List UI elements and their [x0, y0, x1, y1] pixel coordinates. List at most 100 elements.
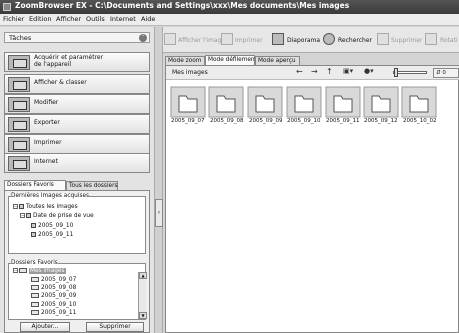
view-image-button[interactable]: Afficher l'image	[178, 37, 225, 44]
scroll-down-icon[interactable]: ▼	[139, 312, 147, 319]
tab-preview-mode[interactable]: Mode aperçu	[255, 56, 300, 65]
edit-icon	[8, 97, 30, 112]
rotate-button[interactable]: Rotati	[440, 37, 458, 44]
tree-item-folder[interactable]: 2005_09_10	[31, 302, 76, 308]
print-button[interactable]: Imprimer	[235, 37, 263, 44]
collapse-icon[interactable]: ˄	[139, 34, 147, 42]
folder-icon	[31, 285, 39, 290]
tree-item-all-images[interactable]: − Toutes les images	[13, 204, 78, 210]
folder-thumbnail[interactable]	[247, 86, 283, 118]
tasks-header-label: Tâches	[9, 34, 32, 42]
tree-item-folder[interactable]: 2005_09_11	[31, 310, 76, 316]
print-icon[interactable]	[221, 33, 233, 45]
collapse-icon[interactable]: −	[20, 213, 25, 218]
sort-button[interactable]: ⇵ 0	[433, 68, 459, 78]
tree-item-my-images[interactable]: − Mes images	[13, 268, 66, 274]
back-icon[interactable]: ←	[296, 67, 303, 76]
view-options-icon[interactable]: ▣▾	[343, 67, 353, 75]
folder-label: 2005_10_02	[403, 118, 437, 124]
view-image-icon[interactable]	[164, 33, 176, 45]
camera-icon	[31, 223, 36, 228]
collapse-icon[interactable]: −	[13, 204, 18, 209]
menu-afficher[interactable]: Afficher	[56, 15, 81, 23]
task-acquire-button[interactable]: Acquérir et paramétrer de l'appareil	[4, 52, 150, 72]
folder-icon	[401, 86, 437, 118]
tab-favorite-folders[interactable]: Dossiers Favoris	[4, 180, 66, 190]
folder-label: 2005_09_10	[287, 118, 321, 124]
thumbnail-size-slider[interactable]	[393, 71, 427, 74]
tasks-header: Tâches ˄	[4, 32, 150, 43]
task-edit-button[interactable]: Modifier	[4, 94, 150, 114]
title-bar: ZoomBrowser EX - C:\Documents and Settin…	[0, 0, 459, 14]
tab-scroll-mode[interactable]: Mode défilement	[205, 55, 257, 65]
folder-icon	[325, 86, 361, 118]
slideshow-button[interactable]: Diaporama	[287, 37, 320, 44]
slider-handle[interactable]	[394, 68, 398, 77]
app-icon	[3, 3, 11, 11]
menu-edition[interactable]: Edition	[29, 15, 52, 23]
task-internet-button[interactable]: Internet	[4, 153, 150, 173]
task-view-button[interactable]: Afficher & classer	[4, 74, 150, 94]
folder-thumbnail[interactable]	[363, 86, 399, 118]
camera-icon	[8, 55, 30, 70]
collapse-left-icon[interactable]: ‹	[155, 199, 163, 227]
info-icon[interactable]: ●▾	[364, 67, 374, 75]
folder-icon	[247, 86, 283, 118]
current-path: Mes images	[172, 69, 208, 76]
calendar-icon	[26, 213, 31, 218]
rotate-icon[interactable]	[425, 33, 437, 45]
menu-internet[interactable]: Internet	[110, 15, 136, 23]
folder-thumbnail[interactable]	[325, 86, 361, 118]
favorite-folders-title: Dossiers Favoris	[11, 260, 58, 266]
slideshow-icon[interactable]	[272, 33, 284, 45]
up-folder-icon[interactable]: ↑	[326, 67, 333, 76]
menu-aide[interactable]: Aide	[141, 15, 155, 23]
recent-images-title: Dernières images acquises	[11, 193, 90, 199]
camera-icon	[31, 232, 36, 237]
favorites-scrollbar[interactable]: ▲ ▼	[138, 272, 147, 319]
folder-thumbnail[interactable]	[208, 86, 244, 118]
folder-thumbnail[interactable]	[286, 86, 322, 118]
menu-bar: Fichier Edition Afficher Outils Internet…	[0, 14, 459, 26]
search-button[interactable]: Rechercher	[338, 37, 372, 44]
folder-label: 2005_09_08	[210, 118, 244, 124]
tree-item-date[interactable]: 2005_09_11	[31, 232, 73, 238]
collapse-icon[interactable]: −	[13, 268, 18, 273]
scroll-up-icon[interactable]: ▲	[139, 272, 147, 279]
panel-splitter[interactable]: ‹	[155, 27, 163, 333]
task-print-label: Imprimer	[34, 139, 62, 146]
task-export-button[interactable]: Exporter	[4, 114, 150, 134]
folder-icon	[31, 302, 39, 307]
tree-item-folder[interactable]: 2005_09_07	[31, 277, 76, 283]
tree-item-shooting-date[interactable]: − Date de prise de vue	[20, 213, 94, 219]
folder-icon	[19, 268, 27, 273]
window-title: ZoomBrowser EX - C:\Documents and Settin…	[15, 1, 350, 10]
folder-icon	[31, 293, 39, 298]
tree-item-date[interactable]: 2005_09_10	[31, 223, 73, 229]
delete-button[interactable]: Supprimer	[391, 37, 422, 44]
folder-icon	[31, 310, 39, 315]
trash-icon[interactable]	[377, 33, 389, 45]
search-icon[interactable]	[323, 33, 335, 45]
folder-thumbnail[interactable]	[401, 86, 437, 118]
tab-all-folders[interactable]: Tous les dossiers	[66, 181, 118, 190]
folder-icon	[208, 86, 244, 118]
forward-icon[interactable]: →	[311, 67, 318, 76]
images-icon	[19, 204, 24, 209]
export-icon	[8, 117, 30, 132]
add-folder-button[interactable]: Ajouter...	[20, 322, 70, 332]
tree-item-folder[interactable]: 2005_09_09	[31, 293, 76, 299]
tree-item-folder[interactable]: 2005_09_08	[31, 285, 76, 291]
task-edit-label: Modifier	[34, 99, 59, 106]
folder-thumbnail[interactable]	[170, 86, 206, 118]
tab-zoom-mode[interactable]: Mode zoom	[165, 56, 205, 65]
remove-folder-button[interactable]: Supprimer	[86, 322, 144, 332]
menu-outils[interactable]: Outils	[86, 15, 105, 23]
task-view-label: Afficher & classer	[34, 79, 87, 86]
task-print-button[interactable]: Imprimer	[4, 134, 150, 154]
task-export-label: Exporter	[34, 119, 60, 126]
menu-fichier[interactable]: Fichier	[3, 15, 24, 23]
folder-label: 2005_09_12	[364, 118, 398, 124]
folder-view-icon	[8, 77, 30, 92]
folder-label: 2005_09_11	[326, 118, 360, 124]
